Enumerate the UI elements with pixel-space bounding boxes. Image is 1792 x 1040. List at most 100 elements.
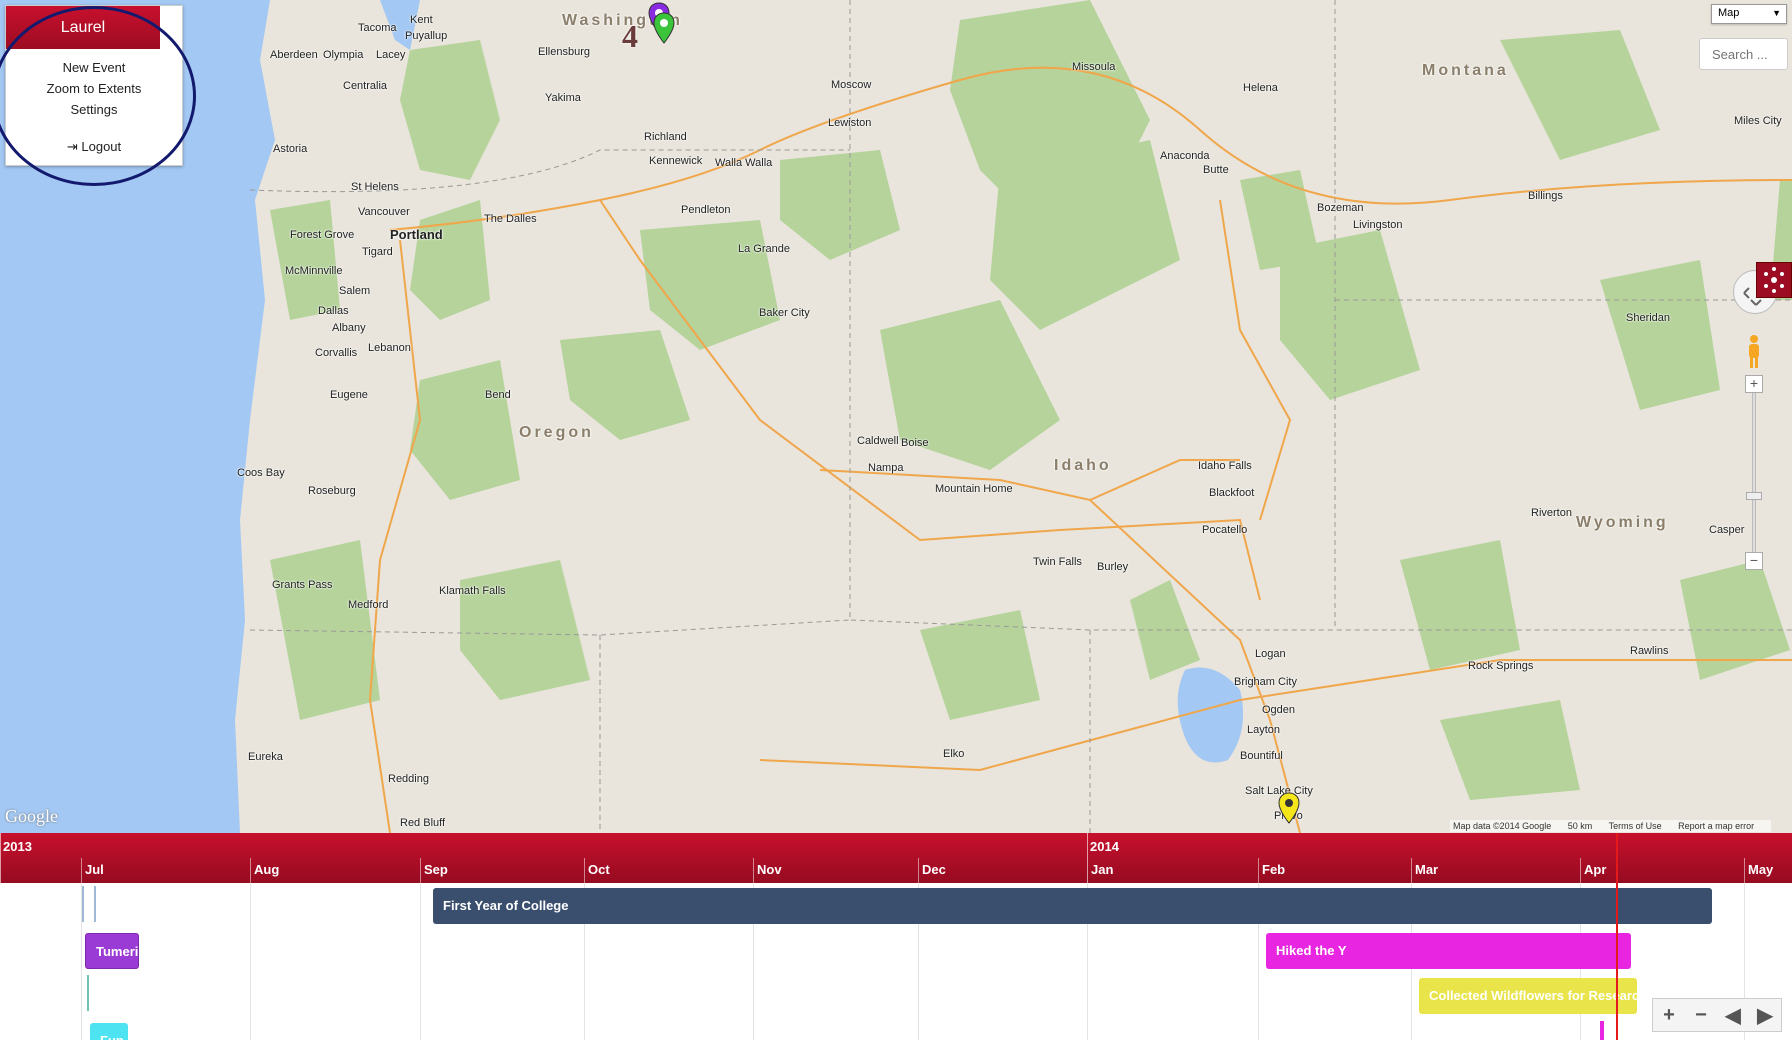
city-label: Sheridan — [1626, 312, 1671, 324]
city-label: Casper — [1709, 524, 1745, 536]
terms-link[interactable]: Terms of Use — [1609, 821, 1662, 831]
user-menu: Laurel New Event Zoom to Extents Setting… — [5, 5, 183, 166]
timeline-axis: 2013 2014 Jul Aug Sep Oct Nov Dec Jan Fe… — [0, 833, 1792, 883]
map-scale: 50 km — [1567, 821, 1593, 831]
month-label: May — [1748, 862, 1774, 877]
year-label-2014: 2014 — [1090, 839, 1119, 854]
city-label: Idaho Falls — [1198, 460, 1252, 472]
city-label: Billings — [1528, 190, 1563, 202]
new-event-menu-item[interactable]: New Event — [6, 57, 182, 78]
city-label: McMinnville — [285, 265, 343, 277]
city-label: Ogden — [1262, 704, 1296, 716]
city-label: Eureka — [248, 751, 283, 763]
city-label: Tacoma — [358, 22, 397, 34]
year-tick — [0, 833, 1, 883]
city-label: Helena — [1243, 82, 1278, 94]
city-label: Red Bluff — [400, 817, 446, 829]
timeline-event[interactable]: Tumeric — [85, 933, 139, 969]
month-label: Mar — [1415, 862, 1439, 877]
city-label: Pendleton — [681, 204, 731, 216]
logout-menu-item[interactable]: ⇥ Logout — [6, 136, 182, 165]
city-label: Aberdeen — [270, 49, 318, 61]
street-view-pegman-icon[interactable] — [1744, 334, 1764, 370]
city-label: Baker City — [759, 307, 810, 319]
map-attribution: Map data ©2014 Google — [1453, 821, 1552, 831]
city-label: Rock Springs — [1468, 660, 1534, 672]
city-label: Bozeman — [1317, 202, 1364, 214]
city-label: Tigard — [362, 246, 393, 258]
current-time-line — [1616, 833, 1618, 1040]
event-marker[interactable] — [82, 886, 84, 922]
city-label: Grants Pass — [272, 579, 333, 591]
report-error-link[interactable]: Report a map error — [1678, 821, 1754, 831]
cluster-count-label: 4 — [622, 18, 638, 54]
timeline-event[interactable]: First Year of College — [433, 888, 1712, 924]
zoom-slider-rail[interactable] — [1752, 380, 1756, 562]
yellow-map-pin-icon[interactable] — [1278, 792, 1300, 824]
user-menu-username[interactable]: Laurel — [6, 6, 160, 49]
city-label: Brigham City — [1234, 676, 1297, 688]
grid-line — [420, 883, 421, 1040]
logout-label: Logout — [81, 139, 122, 154]
city-label: Forest Grove — [290, 229, 355, 241]
grid-line — [250, 883, 251, 1040]
map-type-select[interactable]: Map ▼ — [1711, 4, 1787, 24]
city-label: Albany — [332, 322, 366, 334]
state-label-montana: Montana — [1422, 62, 1509, 79]
city-label: The Dalles — [484, 213, 537, 225]
settings-menu-item[interactable]: Settings — [6, 99, 182, 120]
city-label: Burley — [1097, 561, 1129, 573]
zoom-to-extents-menu-item[interactable]: Zoom to Extents — [6, 78, 182, 99]
timeline-move-left-button[interactable]: ◀ — [1721, 1003, 1745, 1028]
city-label: Redding — [388, 773, 429, 785]
city-label: Coos Bay — [237, 467, 285, 479]
event-marker[interactable] — [87, 975, 89, 1011]
city-label: Eugene — [330, 389, 368, 401]
city-label: Bend — [485, 389, 511, 401]
zoom-in-button[interactable]: + — [1745, 375, 1763, 393]
timeline-event[interactable]: Fun — [90, 1023, 128, 1040]
timeline-controls: + − ◀ ▶ — [1652, 998, 1782, 1032]
city-label: Missoula — [1072, 61, 1116, 73]
timeline-event[interactable]: Hiked the Y — [1266, 933, 1631, 969]
city-label: Livingston — [1353, 219, 1403, 231]
map-terrain — [0, 0, 1792, 833]
city-label: Dallas — [318, 305, 349, 317]
timeline-event[interactable]: Collected Wildflowers for Research — [1419, 978, 1637, 1014]
city-label: Pocatello — [1202, 524, 1248, 536]
city-label: Caldwell — [857, 435, 899, 447]
city-label: Olympia — [323, 49, 364, 61]
zoom-out-button[interactable]: − — [1745, 552, 1763, 570]
city-label: Puyallup — [405, 30, 448, 42]
timeline-zoom-in-button[interactable]: + — [1657, 1004, 1681, 1027]
city-label: Lewiston — [828, 117, 872, 129]
city-label: Mountain Home — [935, 483, 1013, 495]
city-label: Riverton — [1531, 507, 1572, 519]
city-label: Anaconda — [1160, 150, 1210, 162]
cluster-toggle-button[interactable] — [1756, 262, 1792, 298]
state-label-wyoming: Wyoming — [1576, 514, 1669, 531]
city-label: Boise — [901, 437, 929, 449]
city-label: Lebanon — [368, 342, 411, 354]
map-canvas[interactable]: Washington Montana Oregon Idaho Wyoming … — [0, 0, 1792, 833]
zoom-slider-handle[interactable] — [1746, 492, 1762, 500]
city-label: Ellensburg — [538, 46, 590, 58]
city-label: Layton — [1247, 724, 1281, 736]
city-label: Salem — [339, 285, 371, 297]
month-label: Aug — [254, 862, 280, 877]
city-label: Astoria — [273, 143, 308, 155]
city-label: Twin Falls — [1033, 556, 1082, 568]
city-label: Kennewick — [649, 155, 703, 167]
timeline[interactable]: 2013 2014 Jul Aug Sep Oct Nov Dec Jan Fe… — [0, 833, 1792, 1040]
search-input[interactable] — [1699, 38, 1788, 70]
timeline-zoom-out-button[interactable]: − — [1689, 1004, 1713, 1027]
map-attribution-bar: Map data ©2014 Google 50 km Terms of Use… — [1450, 820, 1772, 832]
event-marker[interactable] — [1600, 1021, 1604, 1040]
event-marker[interactable] — [94, 886, 96, 922]
month-label: Jul — [85, 862, 104, 877]
month-label: Sep — [424, 862, 448, 877]
city-label: Moscow — [831, 79, 872, 91]
green-map-pin-icon[interactable] — [653, 12, 675, 44]
year-label-2013: 2013 — [3, 839, 32, 854]
timeline-move-right-button[interactable]: ▶ — [1753, 1003, 1777, 1028]
